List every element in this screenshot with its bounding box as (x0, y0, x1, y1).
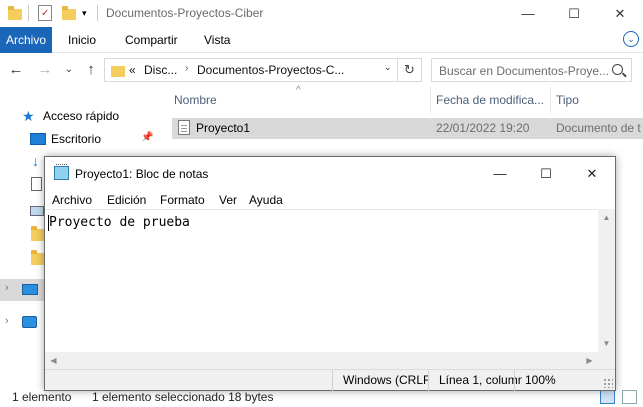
column-header-type[interactable]: Tipo (556, 93, 579, 107)
folder-icon (8, 5, 22, 21)
expand-chevron-icon[interactable]: › (5, 315, 9, 327)
scrollbar-corner (598, 352, 615, 369)
address-bar[interactable]: « Disc... › Documentos-Proyectos-C... (104, 58, 398, 82)
maximize-button[interactable]: ☐ (523, 157, 569, 190)
tab-inicio[interactable]: Inicio (62, 27, 102, 53)
folder-icon (31, 226, 44, 241)
sidebar-item-label: Escritorio (51, 132, 102, 146)
star-icon: ★ (22, 108, 35, 124)
breadcrumb-current-folder[interactable]: Documentos-Proyectos-C... (197, 63, 344, 77)
sidebar-item-quick-access[interactable]: ★ Acceso rápido (0, 105, 160, 127)
menu-formato[interactable]: Formato (160, 193, 205, 207)
notepad-icon (54, 164, 69, 180)
navigation-bar: ← → ⌄ ↑ « Disc... › Documentos-Proyectos… (0, 53, 643, 87)
expand-ribbon-icon[interactable]: ⌄ (623, 31, 639, 47)
download-icon: ↓ (32, 153, 39, 169)
pin-icon[interactable]: 📌 (141, 132, 153, 143)
column-divider[interactable] (430, 87, 431, 113)
notepad-text-area[interactable]: Proyecto de prueba (45, 209, 615, 352)
column-header-name[interactable]: Nombre (174, 93, 217, 107)
details-view-icon[interactable] (600, 390, 615, 404)
close-button[interactable]: ✕ (569, 157, 615, 190)
zoom-status: 100% (514, 370, 615, 391)
menu-edicion[interactable]: Edición (107, 193, 146, 207)
breadcrumb-disc[interactable]: Disc... (144, 63, 177, 77)
sidebar-item-this-pc[interactable]: › (0, 279, 44, 301)
breadcrumb-overflow[interactable]: « (129, 63, 136, 77)
scroll-up-icon[interactable]: ▲ (598, 209, 615, 226)
search-icon (612, 64, 623, 75)
sidebar-item-escritorio[interactable]: Escritorio 📌 (0, 128, 160, 150)
tab-compartir[interactable]: Compartir (119, 27, 184, 53)
desktop-icon (30, 133, 46, 145)
breadcrumb-chevron-icon[interactable]: › (185, 63, 188, 74)
file-type: Documento de t (556, 121, 641, 135)
explorer-titlebar: ✓ ▾ Documentos-Proyectos-Ciber — ☐ ✕ (0, 0, 643, 27)
address-dropdown-icon[interactable]: ⌄ (384, 62, 392, 73)
tab-archivo[interactable]: Archivo (0, 27, 52, 53)
back-arrow-icon[interactable]: ← (7, 61, 25, 79)
search-input[interactable]: Buscar en Documentos-Proye... (431, 58, 632, 82)
document-icon (31, 177, 42, 191)
file-modified-date: 22/01/2022 19:20 (436, 121, 530, 135)
sort-indicator-icon: ^ (296, 85, 301, 96)
scroll-down-icon[interactable]: ▼ (598, 335, 615, 352)
vertical-scrollbar[interactable]: ▲ ▼ (598, 209, 615, 352)
expand-chevron-icon[interactable]: › (5, 282, 9, 294)
menu-ayuda[interactable]: Ayuda (249, 193, 283, 207)
ribbon-tabs: Archivo Inicio Compartir Vista ⌄ (0, 27, 643, 53)
column-headers: ^ Nombre Fecha de modifica... Tipo (160, 85, 643, 114)
refresh-icon[interactable]: ↻ (398, 58, 422, 82)
column-header-modified[interactable]: Fecha de modifica... (436, 93, 544, 107)
computer-icon (22, 284, 38, 295)
recent-locations-icon[interactable]: ⌄ (60, 61, 78, 79)
pictures-icon (30, 206, 44, 216)
maximize-button[interactable]: ☐ (551, 0, 597, 27)
item-count: 1 elemento (12, 390, 72, 404)
selection-info: 1 elemento seleccionado 18 bytes (92, 390, 274, 404)
notepad-titlebar[interactable]: Proyecto1: Bloc de notas — ☐ ✕ (45, 157, 615, 190)
tab-vista[interactable]: Vista (198, 27, 236, 53)
cursor-position-status: Línea 1, columna 1 (428, 370, 522, 391)
horizontal-scrollbar[interactable]: ◀ ▶ (45, 352, 598, 369)
up-arrow-icon[interactable]: ↑ (82, 61, 100, 79)
notepad-title: Proyecto1: Bloc de notas (75, 167, 209, 181)
scroll-left-icon[interactable]: ◀ (45, 352, 62, 369)
close-button[interactable]: ✕ (597, 0, 643, 27)
sidebar-item-label: Acceso rápido (43, 109, 120, 123)
menu-archivo[interactable]: Archivo (52, 193, 92, 207)
customize-toolbar-icon[interactable]: ▾ (82, 5, 96, 21)
properties-icon[interactable]: ✓ (38, 5, 52, 21)
notepad-menu-bar: Archivo Edición Formato Ver Ayuda (45, 190, 615, 209)
network-icon (22, 316, 37, 328)
minimize-button[interactable]: — (505, 0, 551, 27)
menu-ver[interactable]: Ver (219, 193, 237, 207)
folder-icon (31, 250, 44, 265)
search-placeholder: Buscar en Documentos-Proye... (439, 64, 610, 78)
document-content: Proyecto de prueba (49, 215, 190, 230)
column-divider[interactable] (550, 87, 551, 113)
file-name: Proyecto1 (196, 121, 251, 135)
large-icons-view-icon[interactable] (622, 390, 637, 404)
text-document-icon (178, 120, 190, 135)
forward-arrow-icon[interactable]: → (36, 61, 54, 79)
folder-icon (111, 66, 125, 77)
minimize-button[interactable]: — (477, 157, 523, 190)
notepad-window: Proyecto1: Bloc de notas — ☐ ✕ Archivo E… (44, 156, 616, 391)
file-row[interactable]: Proyecto1 22/01/2022 19:20 Documento de … (172, 118, 643, 139)
explorer-title: Documentos-Proyectos-Ciber (106, 6, 264, 20)
resize-grip-icon[interactable] (603, 378, 613, 388)
new-folder-icon[interactable] (62, 5, 76, 21)
scroll-right-icon[interactable]: ▶ (581, 352, 598, 369)
notepad-status-bar: Windows (CRLF) Línea 1, columna 1 100% (45, 369, 615, 391)
line-ending-status: Windows (CRLF) (332, 370, 428, 391)
